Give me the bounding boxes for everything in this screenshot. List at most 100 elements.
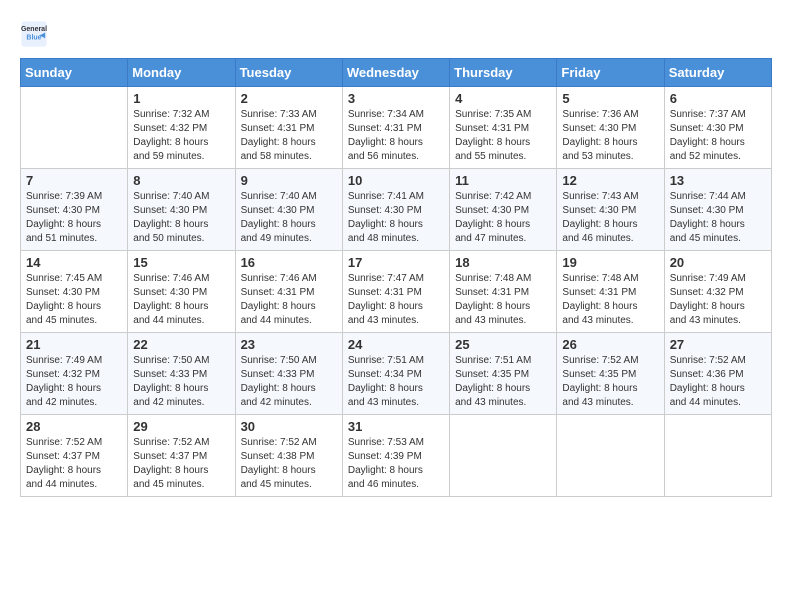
calendar-cell: 21 Sunrise: 7:49 AM Sunset: 4:32 PM Dayli… [21, 333, 128, 415]
day-info: Sunrise: 7:49 AM Sunset: 4:32 PM Dayligh… [26, 354, 122, 410]
day-number: 15 [133, 255, 229, 270]
day-number: 23 [241, 337, 337, 352]
calendar-cell [557, 415, 664, 497]
day-number: 21 [26, 337, 122, 352]
day-info: Sunrise: 7:52 AM Sunset: 4:37 PM Dayligh… [26, 436, 122, 492]
calendar-cell: 13Sunrise: 7:44 AM Sunset: 4:30 PM Dayli… [664, 169, 771, 251]
day-info: Sunrise: 7:52 AM Sunset: 4:38 PM Dayligh… [241, 436, 337, 492]
day-info: Sunrise: 7:42 AM Sunset: 4:30 PM Dayligh… [455, 190, 551, 246]
weekday-header-wednesday: Wednesday [342, 59, 449, 87]
day-number: 20 [670, 255, 766, 270]
day-info: Sunrise: 7:51 AM Sunset: 4:35 PM Dayligh… [455, 354, 551, 410]
calendar-cell: 4 Sunrise: 7:35 AM Sunset: 4:31 PM Daylig… [450, 87, 557, 169]
calendar-cell: 1Sunrise: 7:32 AM Sunset: 4:32 PM Daylig… [128, 87, 235, 169]
day-number: 6 [670, 91, 766, 106]
day-info: Sunrise: 7:44 AM Sunset: 4:30 PM Dayligh… [670, 190, 766, 246]
day-info: Sunrise: 7:51 AM Sunset: 4:34 PM Dayligh… [348, 354, 444, 410]
page-header: General Blue [20, 20, 772, 48]
day-info: Sunrise: 7:52 AM Sunset: 4:37 PM Dayligh… [133, 436, 229, 492]
day-info: Sunrise: 7:37 AM Sunset: 4:30 PM Dayligh… [670, 108, 766, 164]
day-number: 1 [133, 91, 229, 106]
day-number: 29 [133, 419, 229, 434]
day-number: 27 [670, 337, 766, 352]
weekday-header-monday: Monday [128, 59, 235, 87]
calendar-cell: 23 Sunrise: 7:50 AM Sunset: 4:33 PM Dayli… [235, 333, 342, 415]
calendar-cell: 28 Sunrise: 7:52 AM Sunset: 4:37 PM Dayli… [21, 415, 128, 497]
calendar-cell: 25 Sunrise: 7:51 AM Sunset: 4:35 PM Dayli… [450, 333, 557, 415]
calendar-week-row: 21 Sunrise: 7:49 AM Sunset: 4:32 PM Dayli… [21, 333, 772, 415]
day-info: Sunrise: 7:34 AM Sunset: 4:31 PM Dayligh… [348, 108, 444, 164]
weekday-header-row: SundayMondayTuesdayWednesdayThursdayFrid… [21, 59, 772, 87]
day-number: 18 [455, 255, 551, 270]
day-info: Sunrise: 7:43 AM Sunset: 4:30 PM Dayligh… [562, 190, 658, 246]
day-number: 11 [455, 173, 551, 188]
day-number: 17 [348, 255, 444, 270]
calendar-cell: 31Sunrise: 7:53 AM Sunset: 4:39 PM Dayli… [342, 415, 449, 497]
day-info: Sunrise: 7:33 AM Sunset: 4:31 PM Dayligh… [241, 108, 337, 164]
day-info: Sunrise: 7:46 AM Sunset: 4:30 PM Dayligh… [133, 272, 229, 328]
day-number: 28 [26, 419, 122, 434]
day-info: Sunrise: 7:41 AM Sunset: 4:30 PM Dayligh… [348, 190, 444, 246]
day-info: Sunrise: 7:52 AM Sunset: 4:35 PM Dayligh… [562, 354, 658, 410]
day-info: Sunrise: 7:50 AM Sunset: 4:33 PM Dayligh… [241, 354, 337, 410]
day-info: Sunrise: 7:45 AM Sunset: 4:30 PM Dayligh… [26, 272, 122, 328]
day-number: 12 [562, 173, 658, 188]
day-number: 25 [455, 337, 551, 352]
calendar-cell: 19 Sunrise: 7:48 AM Sunset: 4:31 PM Dayli… [557, 251, 664, 333]
day-number: 24 [348, 337, 444, 352]
day-number: 2 [241, 91, 337, 106]
weekday-header-tuesday: Tuesday [235, 59, 342, 87]
calendar-cell: 24 Sunrise: 7:51 AM Sunset: 4:34 PM Dayli… [342, 333, 449, 415]
day-info: Sunrise: 7:48 AM Sunset: 4:31 PM Dayligh… [562, 272, 658, 328]
calendar-cell: 17 Sunrise: 7:47 AM Sunset: 4:31 PM Dayli… [342, 251, 449, 333]
day-info: Sunrise: 7:35 AM Sunset: 4:31 PM Dayligh… [455, 108, 551, 164]
calendar-cell: 2 Sunrise: 7:33 AM Sunset: 4:31 PM Daylig… [235, 87, 342, 169]
day-number: 31 [348, 419, 444, 434]
day-number: 3 [348, 91, 444, 106]
day-info: Sunrise: 7:47 AM Sunset: 4:31 PM Dayligh… [348, 272, 444, 328]
calendar-cell [450, 415, 557, 497]
day-number: 5 [562, 91, 658, 106]
calendar-week-row: 7Sunrise: 7:39 AM Sunset: 4:30 PM Daylig… [21, 169, 772, 251]
calendar-cell: 8Sunrise: 7:40 AM Sunset: 4:30 PM Daylig… [128, 169, 235, 251]
weekday-header-friday: Friday [557, 59, 664, 87]
calendar-cell: 9 Sunrise: 7:40 AM Sunset: 4:30 PM Daylig… [235, 169, 342, 251]
logo-icon: General Blue [20, 20, 48, 48]
day-info: Sunrise: 7:49 AM Sunset: 4:32 PM Dayligh… [670, 272, 766, 328]
calendar-week-row: 28 Sunrise: 7:52 AM Sunset: 4:37 PM Dayli… [21, 415, 772, 497]
calendar-cell: 3 Sunrise: 7:34 AM Sunset: 4:31 PM Daylig… [342, 87, 449, 169]
day-info: Sunrise: 7:36 AM Sunset: 4:30 PM Dayligh… [562, 108, 658, 164]
calendar-cell: 16Sunrise: 7:46 AM Sunset: 4:31 PM Dayli… [235, 251, 342, 333]
day-info: Sunrise: 7:40 AM Sunset: 4:30 PM Dayligh… [241, 190, 337, 246]
day-info: Sunrise: 7:52 AM Sunset: 4:36 PM Dayligh… [670, 354, 766, 410]
weekday-header-thursday: Thursday [450, 59, 557, 87]
calendar-cell: 11 Sunrise: 7:42 AM Sunset: 4:30 PM Dayli… [450, 169, 557, 251]
svg-text:Blue: Blue [26, 35, 41, 42]
logo: General Blue [20, 20, 52, 48]
calendar-table: SundayMondayTuesdayWednesdayThursdayFrid… [20, 58, 772, 497]
day-info: Sunrise: 7:39 AM Sunset: 4:30 PM Dayligh… [26, 190, 122, 246]
calendar-cell: 7Sunrise: 7:39 AM Sunset: 4:30 PM Daylig… [21, 169, 128, 251]
day-number: 26 [562, 337, 658, 352]
calendar-cell: 20 Sunrise: 7:49 AM Sunset: 4:32 PM Dayli… [664, 251, 771, 333]
calendar-cell: 5 Sunrise: 7:36 AM Sunset: 4:30 PM Daylig… [557, 87, 664, 169]
calendar-cell: 30Sunrise: 7:52 AM Sunset: 4:38 PM Dayli… [235, 415, 342, 497]
weekday-header-saturday: Saturday [664, 59, 771, 87]
day-number: 19 [562, 255, 658, 270]
day-number: 10 [348, 173, 444, 188]
day-info: Sunrise: 7:40 AM Sunset: 4:30 PM Dayligh… [133, 190, 229, 246]
day-info: Sunrise: 7:46 AM Sunset: 4:31 PM Dayligh… [241, 272, 337, 328]
day-number: 4 [455, 91, 551, 106]
calendar-cell: 6 Sunrise: 7:37 AM Sunset: 4:30 PM Daylig… [664, 87, 771, 169]
calendar-cell: 18 Sunrise: 7:48 AM Sunset: 4:31 PM Dayli… [450, 251, 557, 333]
calendar-week-row: 14 Sunrise: 7:45 AM Sunset: 4:30 PM Dayli… [21, 251, 772, 333]
calendar-cell: 14 Sunrise: 7:45 AM Sunset: 4:30 PM Dayli… [21, 251, 128, 333]
day-number: 9 [241, 173, 337, 188]
day-number: 14 [26, 255, 122, 270]
calendar-cell: 29 Sunrise: 7:52 AM Sunset: 4:37 PM Dayli… [128, 415, 235, 497]
day-info: Sunrise: 7:50 AM Sunset: 4:33 PM Dayligh… [133, 354, 229, 410]
day-info: Sunrise: 7:48 AM Sunset: 4:31 PM Dayligh… [455, 272, 551, 328]
calendar-week-row: 1Sunrise: 7:32 AM Sunset: 4:32 PM Daylig… [21, 87, 772, 169]
calendar-cell: 15 Sunrise: 7:46 AM Sunset: 4:30 PM Dayli… [128, 251, 235, 333]
calendar-cell: 22Sunrise: 7:50 AM Sunset: 4:33 PM Dayli… [128, 333, 235, 415]
